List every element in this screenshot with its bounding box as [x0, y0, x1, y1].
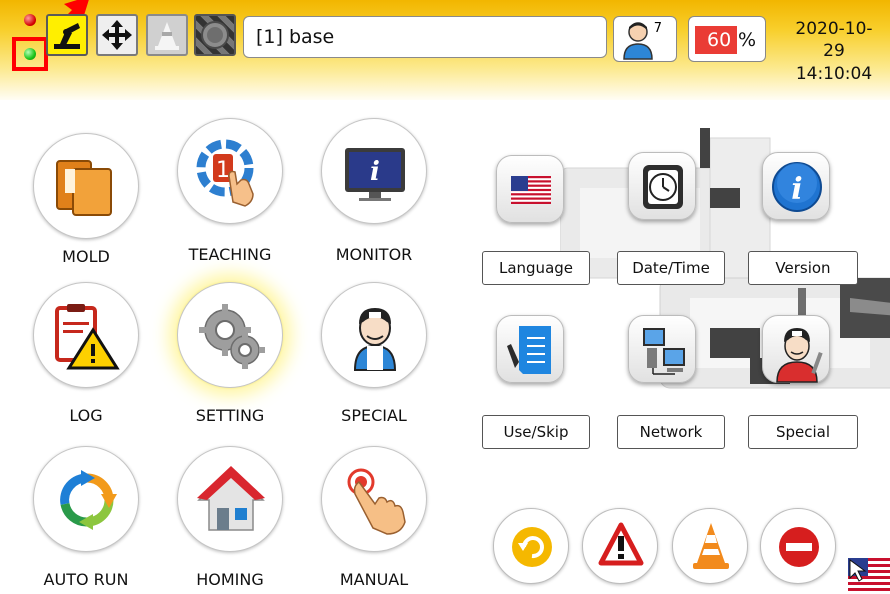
cone-safety-button[interactable] [672, 508, 748, 584]
special-settings-label: Special [748, 415, 858, 449]
menu-label: LOG [69, 406, 103, 425]
mold-name: [1] base [256, 26, 335, 48]
back-button[interactable] [493, 508, 569, 584]
monitor-icon: i [345, 148, 405, 201]
setting-menu-button[interactable]: SETTING [177, 282, 283, 428]
speed-percent-value: 60 [707, 29, 732, 51]
monitor-menu-button[interactable]: i MONITOR [321, 118, 427, 269]
current-mold-field[interactable]: [1] base [243, 16, 607, 58]
auto-run-menu-button[interactable]: AUTO RUN [33, 446, 139, 592]
user-level-button[interactable]: 7 [613, 16, 677, 62]
svg-text:1: 1 [216, 158, 230, 183]
current-date: 2020-10-29 [795, 19, 873, 61]
special-menu-button[interactable]: SPECIAL [321, 282, 427, 428]
red-status-lamp-icon [24, 14, 36, 26]
date-time-display: 2020-10-29 14:10:04 [786, 18, 882, 86]
menu-label: SETTING [195, 406, 265, 425]
clock-icon [643, 165, 683, 209]
svg-text:i: i [791, 172, 802, 207]
warning-triangle-icon [598, 522, 644, 566]
alarm-button[interactable] [582, 508, 658, 584]
us-flag-icon [511, 176, 551, 204]
menu-label: TEACHING [188, 245, 272, 264]
speed-percent-button[interactable]: 60 % [688, 16, 766, 62]
user-count-badge: 7 [653, 21, 662, 36]
move-arrows-icon [102, 20, 132, 50]
back-arrow-icon [512, 527, 552, 567]
cycle-arrows-icon [60, 470, 117, 530]
language-flag-shortcut-icon[interactable] [848, 558, 890, 594]
robot-mode-button[interactable] [46, 14, 88, 56]
info-icon: i [772, 162, 822, 212]
jog-move-button[interactable] [96, 14, 138, 56]
log-menu-button[interactable]: LOG [33, 282, 139, 428]
cone-icon [155, 22, 179, 50]
menu-label: MANUAL [339, 570, 409, 589]
top-status-bar: [1] base 7 60 % 2020-10-29 14:10:04 [0, 0, 890, 100]
safety-cone-button[interactable] [146, 14, 188, 56]
homing-menu-button[interactable]: HOMING [177, 446, 283, 592]
highlight-box [12, 37, 48, 71]
current-time: 14:10:04 [795, 64, 873, 84]
teaching-icon: 1 [196, 139, 254, 207]
manual-menu-button[interactable]: MANUAL [321, 446, 427, 592]
stop-button[interactable] [760, 508, 836, 584]
emergency-stop-button[interactable] [194, 14, 236, 56]
mold-folder-icon [56, 160, 112, 216]
language-button[interactable] [496, 155, 564, 223]
date-time-label: Date/Time [617, 251, 725, 285]
traffic-cone-icon [693, 523, 729, 569]
network-computers-icon [643, 328, 685, 375]
no-entry-icon [779, 527, 819, 567]
log-warning-icon [55, 304, 120, 370]
mechanic-icon [776, 328, 823, 383]
app-screen: [1] base 7 60 % 2020-10-29 14:10:04 MOLD… [0, 0, 890, 594]
worker-icon [353, 308, 397, 371]
menu-label: MONITOR [335, 245, 413, 264]
robot-arm-icon [54, 23, 80, 49]
version-button[interactable]: i [762, 152, 830, 220]
version-label: Version [748, 251, 858, 285]
use-skip-button[interactable] [496, 315, 564, 383]
checklist-icon [507, 326, 551, 374]
language-label: Language [482, 251, 590, 285]
menu-label: AUTO RUN [43, 570, 129, 589]
gears-icon [199, 304, 265, 369]
special-settings-button[interactable] [762, 315, 830, 383]
hand-press-icon [347, 468, 406, 535]
teaching-menu-button[interactable]: 1 TEACHING [177, 118, 283, 269]
stop-knob-icon [201, 21, 229, 49]
speed-percent-unit: % [738, 29, 757, 51]
svg-text:i: i [370, 157, 380, 187]
menu-label: SPECIAL [341, 406, 407, 425]
house-icon [197, 466, 265, 531]
user-icon [623, 22, 653, 60]
robot-machine-background-illustration [560, 128, 890, 389]
menu-label: MOLD [62, 247, 110, 266]
network-button[interactable] [628, 315, 696, 383]
date-time-button[interactable] [628, 152, 696, 220]
mold-menu-button[interactable]: MOLD [33, 133, 139, 269]
use-skip-label: Use/Skip [482, 415, 590, 449]
menu-label: HOMING [196, 570, 264, 589]
network-label: Network [617, 415, 725, 449]
